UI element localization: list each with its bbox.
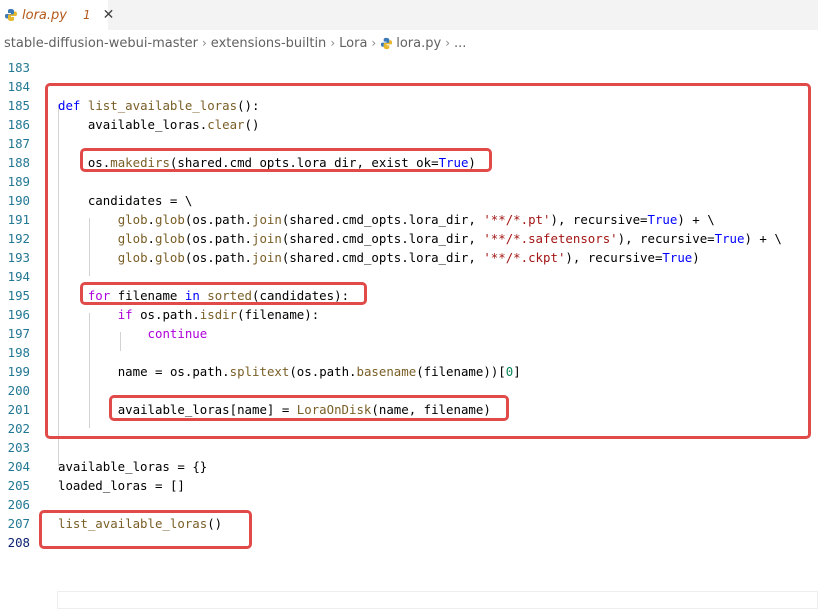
line-number: 188 <box>7 155 30 170</box>
breadcrumb-item-file[interactable]: lora.py <box>396 36 441 51</box>
line-number: 194 <box>7 269 30 284</box>
breadcrumb-item-lora-folder[interactable]: Lora <box>339 36 367 51</box>
tab-bar: lora.py 1 ✕ <box>0 0 818 30</box>
close-icon[interactable]: ✕ <box>103 7 115 23</box>
line-number: 183 <box>7 60 30 75</box>
breadcrumb: stable-diffusion-webui-master › extensio… <box>4 32 466 54</box>
breadcrumb-item-root[interactable]: stable-diffusion-webui-master <box>4 36 198 51</box>
line-number: 197 <box>7 326 30 341</box>
code-line[interactable]: 205 loaded_loras = [] <box>0 476 818 495</box>
line-number: 184 <box>7 79 30 94</box>
line-number: 204 <box>7 459 30 474</box>
line-number: 186 <box>7 117 30 132</box>
line-number: 191 <box>7 212 30 227</box>
line-number: 203 <box>7 440 30 455</box>
line-number: 200 <box>7 383 30 398</box>
chevron-right-icon: › <box>201 36 207 50</box>
highlight-for-loop-line <box>80 282 367 305</box>
line-number: 207 <box>7 516 30 531</box>
tab-lora-py[interactable]: lora.py 1 ✕ <box>0 0 114 30</box>
line-number: 190 <box>7 193 30 208</box>
code-line[interactable]: 203 <box>0 438 818 457</box>
line-number: 189 <box>7 174 30 189</box>
line-number: 206 <box>7 497 30 512</box>
python-file-icon <box>4 8 18 22</box>
line-number: 208 <box>7 535 30 550</box>
breadcrumb-item-extensions[interactable]: extensions-builtin <box>211 36 327 51</box>
line-number: 199 <box>7 364 30 379</box>
line-number: 193 <box>7 250 30 265</box>
line-number: 202 <box>7 421 30 436</box>
line-number: 201 <box>7 402 30 417</box>
code-text: loaded_loras = [] <box>58 478 185 493</box>
code-line[interactable]: 183 <box>0 58 818 77</box>
line-number: 198 <box>7 345 30 360</box>
highlight-makedirs-line <box>80 148 492 172</box>
line-number: 196 <box>7 307 30 322</box>
line-number: 205 <box>7 478 30 493</box>
current-line-highlight <box>57 591 818 609</box>
chevron-right-icon: › <box>330 36 336 50</box>
highlight-call-line <box>39 510 252 549</box>
line-number: 187 <box>7 136 30 151</box>
breadcrumb-item-symbol[interactable]: ... <box>454 36 466 51</box>
problem-count-badge: 1 <box>82 8 91 22</box>
code-line[interactable]: 204 available_loras = {} <box>0 457 818 476</box>
python-file-icon <box>380 37 393 50</box>
line-number: 185 <box>7 98 30 113</box>
chevron-right-icon: › <box>445 36 450 50</box>
highlight-function-block <box>45 83 811 439</box>
tab-label: lora.py <box>22 7 67 23</box>
highlight-assignment-line <box>109 395 509 421</box>
line-number: 192 <box>7 231 30 246</box>
chevron-right-icon: › <box>371 36 377 50</box>
line-number: 195 <box>7 288 30 303</box>
code-text: available_loras = {} <box>58 459 208 474</box>
